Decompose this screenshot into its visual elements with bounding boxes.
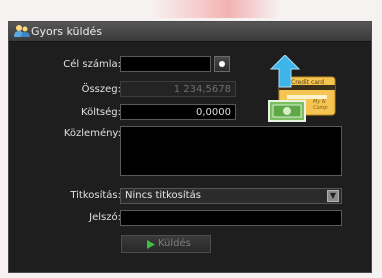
target-account-input[interactable] [120, 56, 211, 72]
quick-send-panel: Gyors küldés Cél számla: Összeg: 1 234,5… [8, 21, 372, 273]
encryption-selected-value: Nincs titkosítás [125, 190, 201, 201]
banknote-icon [268, 100, 306, 122]
payment-illustration: Credit card My N Comp [268, 55, 336, 122]
users-icon [14, 25, 30, 37]
message-label: Közlemény: [63, 128, 121, 139]
title-bar: Gyors küldés [9, 22, 371, 42]
password-input[interactable] [120, 210, 342, 226]
encryption-select[interactable]: Nincs titkosítás ▼ [120, 188, 342, 204]
play-arrow-icon [147, 240, 155, 249]
window-title: Gyors küldés [31, 25, 103, 38]
target-account-label: Cél számla: [63, 59, 121, 70]
background-accent [150, 0, 280, 18]
card-text: Credit card [291, 79, 324, 86]
encryption-label: Titkosítás: [70, 190, 121, 201]
svg-text:Comp: Comp [313, 105, 328, 111]
message-textarea[interactable] [120, 126, 342, 176]
amount-field: 1 234,5678 [120, 81, 236, 97]
password-label: Jelszó: [89, 212, 121, 223]
send-button[interactable]: Küldés [121, 235, 211, 253]
account-picker-button[interactable] [214, 56, 230, 72]
cost-field[interactable]: 0,0000 [120, 104, 236, 120]
amount-label: Összeg: [81, 84, 121, 95]
chevron-down-icon[interactable]: ▼ [327, 190, 339, 202]
send-button-label: Küldés [158, 238, 191, 249]
cost-label: Költség: [81, 107, 121, 118]
